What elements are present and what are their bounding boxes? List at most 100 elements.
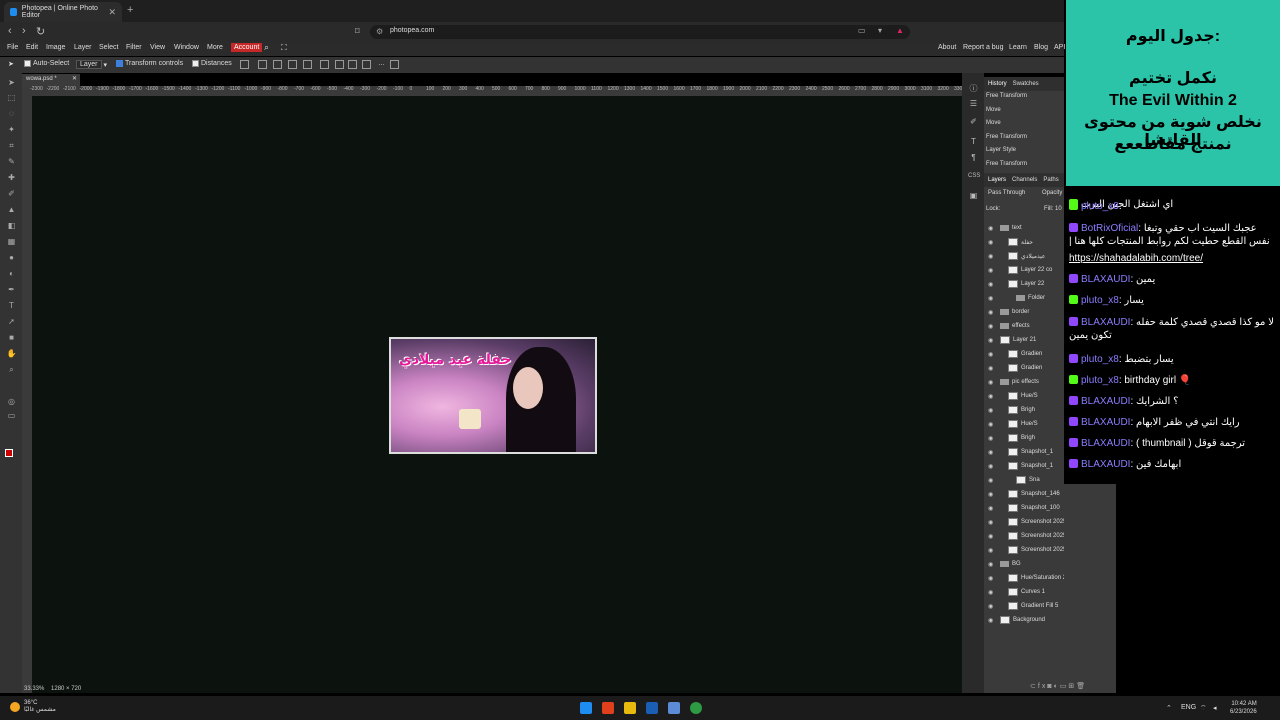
menu-account[interactable]: Account (231, 43, 263, 52)
transform-controls-box[interactable] (116, 60, 123, 67)
link-learn[interactable]: Learn (1009, 44, 1027, 51)
visibility-eye-icon[interactable]: ◉ (988, 267, 994, 274)
visibility-eye-icon[interactable]: ◉ (988, 435, 994, 442)
bookmark-icon[interactable]: ⌑ (355, 26, 360, 37)
auto-select-checkbox[interactable]: Auto-Select (24, 60, 69, 67)
magic-wand-icon[interactable]: ✦ (6, 125, 17, 134)
forward-icon[interactable]: › (22, 25, 26, 37)
app-icon[interactable] (668, 702, 680, 714)
brush-settings-icon[interactable]: ✐ (968, 117, 979, 126)
zoom-tool-icon[interactable]: ⌕ (6, 365, 17, 374)
menu-view[interactable]: View (150, 44, 165, 51)
visibility-eye-icon[interactable]: ◉ (988, 421, 994, 428)
type-tool-icon[interactable]: T (6, 301, 17, 310)
eraser-icon[interactable]: ◧ (6, 221, 17, 230)
align-bottom-icon[interactable] (335, 60, 344, 69)
link-layers-icon[interactable]: ⊂ (1030, 683, 1038, 690)
history-item[interactable]: Free Transform (984, 132, 1064, 146)
align-middle-icon[interactable] (320, 60, 329, 69)
history-item[interactable]: Layer Style (984, 145, 1064, 159)
network-icon[interactable]: ⌔ (1200, 704, 1207, 713)
status-zoom[interactable]: 33.33% (24, 686, 44, 692)
link-report-bug[interactable]: Report a bug (963, 44, 1003, 51)
menu-filter[interactable]: Filter (126, 44, 142, 51)
close-tab-icon[interactable]: ✕ (108, 7, 116, 18)
history-item[interactable]: Free Transform (984, 159, 1064, 173)
menu-more[interactable]: More (207, 44, 223, 51)
brush-tool-icon[interactable]: ✐ (6, 189, 17, 198)
link-api[interactable]: API (1054, 44, 1065, 51)
back-icon[interactable]: ‹ (8, 25, 12, 37)
info-icon[interactable]: ⓘ (968, 83, 979, 93)
tab-channels[interactable]: Channels (1012, 177, 1037, 183)
css-icon[interactable]: CSS (968, 173, 980, 182)
visibility-eye-icon[interactable]: ◉ (988, 295, 994, 302)
menu-select[interactable]: Select (99, 44, 118, 51)
reload-icon[interactable]: ↻ (36, 25, 45, 38)
blend-mode-select[interactable]: Pass Through (988, 190, 1025, 196)
paragraph-icon[interactable]: ¶ (968, 153, 979, 162)
link-about[interactable]: About (938, 44, 956, 51)
visibility-eye-icon[interactable]: ◉ (988, 239, 994, 246)
visibility-eye-icon[interactable]: ◉ (988, 505, 994, 512)
search-icon[interactable]: ⌕ (264, 42, 269, 53)
image-icon[interactable]: ▣ (968, 191, 979, 200)
new-tab-icon[interactable]: + (127, 4, 133, 16)
distribute-icon[interactable] (348, 60, 357, 69)
download-icon[interactable] (240, 60, 249, 69)
menu-image[interactable]: Image (46, 44, 65, 51)
document-tab[interactable]: wowa.psd * ✕ (22, 74, 80, 86)
lasso-tool-icon[interactable]: ◌ (6, 109, 17, 118)
volume-icon[interactable]: ◂ (1213, 704, 1217, 712)
clone-stamp-icon[interactable]: ▲ (6, 205, 17, 214)
gradient-tool-icon[interactable]: ▦ (6, 237, 17, 246)
quick-mask-icon[interactable]: ◎ (6, 397, 17, 406)
tab-layers[interactable]: Layers (988, 177, 1006, 183)
menu-edit[interactable]: Edit (26, 44, 38, 51)
move-tool-icon[interactable]: ➤ (6, 78, 17, 87)
close-document-icon[interactable]: ✕ (72, 75, 77, 82)
visibility-eye-icon[interactable]: ◉ (988, 463, 994, 470)
layer-style-icon[interactable]: fx (1038, 683, 1047, 690)
visibility-eye-icon[interactable]: ◉ (988, 253, 994, 260)
distances-box[interactable] (192, 60, 199, 67)
dodge-tool-icon[interactable]: ◐ (6, 269, 17, 278)
chrome-icon[interactable] (690, 702, 702, 714)
delete-layer-icon[interactable]: 🗑 (1076, 683, 1087, 690)
path-select-icon[interactable]: ➚ (6, 317, 17, 326)
visibility-eye-icon[interactable]: ◉ (988, 491, 994, 498)
hand-tool-icon[interactable]: ✋ (6, 349, 17, 358)
site-info-icon[interactable]: ⚙ (376, 27, 383, 36)
align-right-icon[interactable] (288, 60, 297, 69)
start-icon[interactable] (580, 702, 592, 714)
visibility-eye-icon[interactable]: ◉ (988, 365, 994, 372)
document-artwork[interactable]: حفلة عيد ميلادي (389, 337, 597, 454)
pen-tool-icon[interactable]: ✒ (6, 285, 17, 294)
visibility-eye-icon[interactable]: ◉ (988, 379, 994, 386)
weather-widget[interactable]: 36°C مشمس غالبًا (10, 700, 56, 713)
foreground-color-swatch[interactable] (5, 449, 13, 457)
properties-icon[interactable]: ☰ (968, 99, 979, 108)
distribute-h-icon[interactable] (362, 60, 371, 69)
visibility-eye-icon[interactable]: ◉ (988, 323, 994, 330)
healing-brush-icon[interactable]: ✚ (6, 173, 17, 182)
character-icon[interactable]: T (968, 137, 979, 146)
menu-window[interactable]: Window (174, 44, 199, 51)
menu-file[interactable]: File (7, 44, 18, 51)
file-explorer-icon[interactable] (624, 702, 636, 714)
align-left-icon[interactable] (258, 60, 267, 69)
visibility-eye-icon[interactable]: ◉ (988, 589, 994, 596)
tab-history[interactable]: History (988, 81, 1007, 87)
visibility-eye-icon[interactable]: ◉ (988, 337, 994, 344)
move-tool-icon[interactable]: ➤ (8, 60, 14, 68)
align-top-icon[interactable] (303, 60, 312, 69)
visibility-eye-icon[interactable]: ◉ (988, 603, 994, 610)
taskbar-clock[interactable]: 10:42 AM 6/23/2026 (1230, 700, 1257, 716)
chat-link[interactable]: https://shahadalabih.com/tree/ (1069, 253, 1203, 264)
eyedropper-icon[interactable]: ✎ (6, 157, 17, 166)
auto-select-box[interactable] (24, 60, 31, 67)
visibility-eye-icon[interactable]: ◉ (988, 477, 994, 484)
extension-icon[interactable]: ▲ (896, 26, 904, 35)
grid-icon[interactable] (390, 60, 399, 69)
menu-layer[interactable]: Layer (74, 44, 92, 51)
